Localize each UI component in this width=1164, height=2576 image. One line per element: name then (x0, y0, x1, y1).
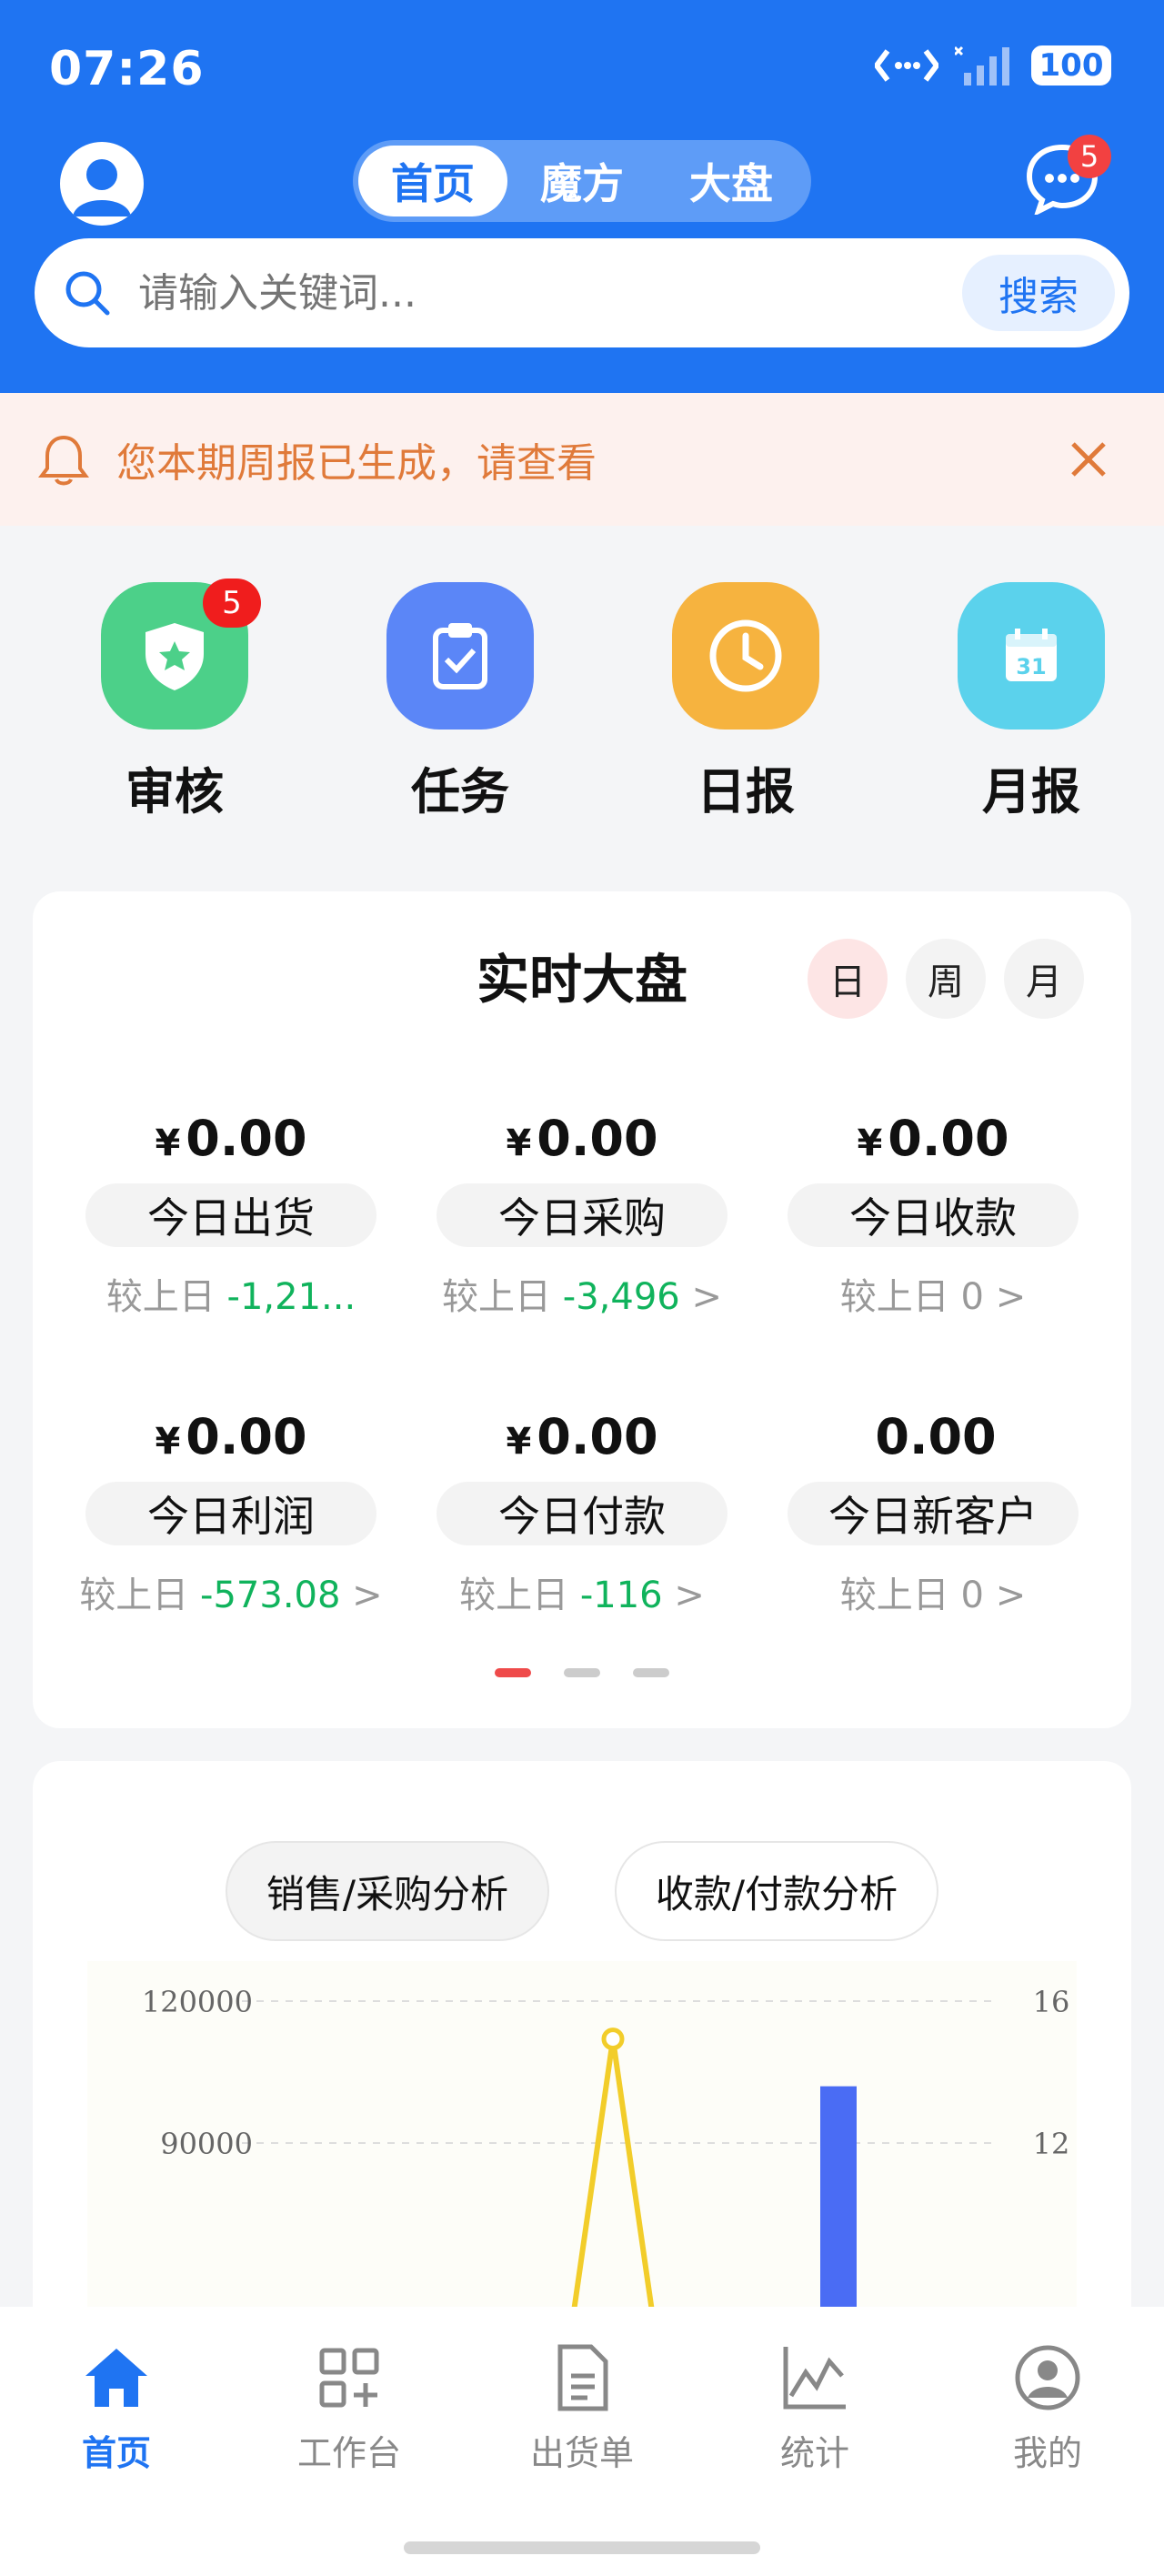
realtime-card: 实时大盘 日 周 月 ¥0.00 今日出货 较上日 -1,21... ¥0.00… (33, 891, 1131, 1728)
quick-item-review[interactable]: 5 审核 (84, 579, 266, 823)
y-left-tick: 120000 (142, 1985, 253, 2019)
nfc-icon (875, 49, 938, 82)
metric-compare: 较上日 0 > (839, 1276, 1027, 1318)
chart-svg: 120000 90000 16 12 (142, 1985, 1070, 2344)
metric-shipment[interactable]: ¥0.00 今日出货 较上日 -1,21... (60, 1110, 402, 1320)
metric-compare: 较上日 -116 > (459, 1575, 705, 1616)
metric-value: 0.00 (186, 1110, 307, 1167)
message-badge: 5 (1068, 135, 1111, 178)
document-icon (557, 2344, 608, 2411)
tab-sales-purchase[interactable]: 销售/采购分析 (226, 1841, 549, 1941)
message-button[interactable]: 5 (1026, 135, 1111, 216)
tabbar-home[interactable]: 首页 (35, 2343, 198, 2475)
metric-compare: 较上日 -573.08 > (79, 1575, 383, 1616)
quick-icon-daily (672, 582, 819, 730)
analysis-tabs: 销售/采购分析 收款/付款分析 (33, 1841, 1131, 1941)
user-icon (73, 159, 131, 216)
period-switcher: 日 周 月 (808, 939, 1084, 1019)
clock-icon (709, 619, 782, 692)
header-tab-switcher: 首页 魔方 大盘 (353, 140, 811, 222)
bar-mark[interactable] (820, 2086, 857, 2343)
home-icon (85, 2349, 147, 2407)
metric-compare: 较上日 0 > (839, 1575, 1027, 1616)
battery-indicator: 100 (1031, 45, 1111, 86)
home-indicator (404, 2541, 760, 2554)
search-icon (65, 271, 110, 316)
metric-value: 0.00 (875, 1408, 997, 1465)
calendar-day: 31 (1016, 654, 1046, 679)
quick-icon-monthly: 31 (958, 582, 1105, 730)
tab-rubik[interactable]: 魔方 (507, 146, 657, 216)
quick-label-task: 任务 (411, 763, 509, 820)
period-week[interactable]: 周 (906, 939, 986, 1019)
search-bar: 搜索 (35, 238, 1129, 347)
metric-compare: 较上日 -1,21... (105, 1276, 356, 1318)
period-day[interactable]: 日 (808, 939, 888, 1019)
metric-purchase[interactable]: ¥0.00 今日采购 较上日 -3,496 > (411, 1110, 753, 1320)
metric-compare: 较上日 -3,496 > (442, 1276, 722, 1318)
quick-icon-task (386, 582, 534, 730)
pager-dot[interactable] (564, 1668, 600, 1677)
quick-label-daily: 日报 (697, 763, 795, 820)
line-series (567, 2038, 659, 2344)
search-input[interactable] (138, 269, 962, 317)
metric-value: 0.00 (186, 1408, 307, 1465)
metric-value: 0.00 (888, 1110, 1009, 1167)
grid-plus-icon (319, 2348, 379, 2408)
tabbar-stats[interactable]: 统计 (733, 2343, 897, 2475)
line-peak-point[interactable] (601, 2028, 625, 2051)
pager-dot[interactable] (495, 1668, 531, 1677)
app-header: 07:26 100 首页 魔方 大盘 5 搜索 (0, 0, 1164, 393)
metric-new-customer[interactable]: 0.00 今日新客户 较上日 0 > (762, 1408, 1104, 1618)
quick-item-monthly[interactable]: 31 月报 (940, 582, 1122, 823)
metric-label: 今日新客户 (788, 1482, 1079, 1545)
pager-dots (33, 1668, 1131, 1677)
status-icons: 100 (875, 45, 1111, 86)
quick-label-monthly: 月报 (982, 763, 1080, 820)
tabbar-workbench[interactable]: 工作台 (267, 2343, 431, 2475)
review-badge: 5 (203, 579, 261, 628)
bell-icon (38, 435, 89, 486)
bottom-tabbar: 首页 工作台 出货单 统计 我的 (0, 2307, 1164, 2576)
pager-dot[interactable] (633, 1668, 669, 1677)
clipboard-check-icon (433, 623, 487, 689)
close-icon[interactable] (1068, 438, 1109, 480)
metric-label: 今日付款 (436, 1482, 728, 1545)
tab-home[interactable]: 首页 (358, 146, 507, 216)
shield-star-icon (146, 623, 204, 690)
metric-label: 今日收款 (788, 1183, 1079, 1247)
user-circle-icon (1015, 2345, 1080, 2410)
metric-value: 0.00 (537, 1110, 658, 1167)
tab-receipt-payment[interactable]: 收款/付款分析 (615, 1841, 938, 1941)
tabbar-shipment[interactable]: 出货单 (500, 2343, 664, 2475)
y-right-tick: 16 (1033, 1985, 1070, 2019)
period-month[interactable]: 月 (1004, 939, 1084, 1019)
metric-receipt[interactable]: ¥0.00 今日收款 较上日 0 > (762, 1110, 1104, 1320)
signal-icon (955, 45, 1009, 86)
quick-label-review: 审核 (125, 763, 224, 820)
analysis-chart: 120000 90000 16 12 (87, 1961, 1077, 2344)
metric-value: 0.00 (537, 1408, 658, 1465)
metric-label: 今日出货 (85, 1183, 376, 1247)
tab-dashboard[interactable]: 大盘 (657, 146, 806, 216)
tabbar-mine[interactable]: 我的 (966, 2343, 1129, 2475)
chart-line-icon (783, 2347, 846, 2410)
avatar[interactable] (60, 142, 144, 226)
analysis-card: 销售/采购分析 收款/付款分析 120000 90000 16 12 (33, 1761, 1131, 2344)
quick-item-task[interactable]: 任务 (369, 582, 551, 823)
notice-banner: 您本期周报已生成，请查看 (0, 393, 1164, 526)
metric-label: 今日利润 (85, 1482, 376, 1545)
metric-payment[interactable]: ¥0.00 今日付款 较上日 -116 > (411, 1408, 753, 1618)
search-button[interactable]: 搜索 (962, 255, 1115, 331)
quick-item-daily[interactable]: 日报 (655, 582, 837, 823)
quick-icon-review: 5 (101, 579, 261, 730)
y-right-tick: 12 (1033, 2127, 1070, 2161)
metric-label: 今日采购 (436, 1183, 728, 1247)
y-left-tick: 90000 (160, 2127, 253, 2161)
status-time: 07:26 (49, 42, 205, 96)
metric-profit[interactable]: ¥0.00 今日利润 较上日 -573.08 > (60, 1408, 402, 1618)
calendar-icon: 31 (1006, 629, 1057, 681)
quick-menu: 5 审核 任务 日报 31 月报 (0, 579, 1164, 837)
notice-text: 您本期周报已生成，请查看 (116, 440, 597, 487)
